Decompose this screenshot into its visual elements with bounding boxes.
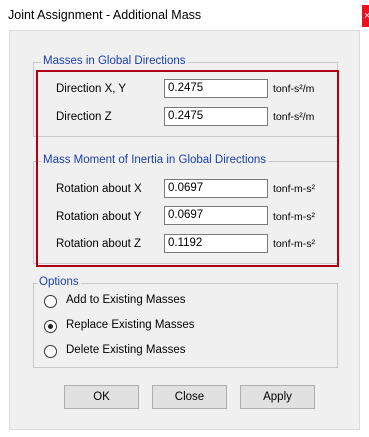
delete-existing-radio[interactable] xyxy=(44,345,57,358)
rotation-x-unit: tonf-m-s² xyxy=(273,183,315,195)
close-button[interactable]: Close xyxy=(152,385,227,409)
direction-xy-unit: tonf-s²/m xyxy=(273,83,315,95)
rotation-z-label: Rotation about Z xyxy=(56,238,142,250)
rotation-x-field[interactable]: 0.0697 xyxy=(164,179,268,198)
replace-existing-label: Replace Existing Masses xyxy=(66,319,195,331)
rotation-z-unit: tonf-m-s² xyxy=(273,238,315,250)
masses-legend: Masses in Global Directions xyxy=(41,55,188,67)
rotation-z-field[interactable]: 0.1192 xyxy=(164,234,268,253)
options-legend: Options xyxy=(37,276,81,288)
delete-existing-label: Delete Existing Masses xyxy=(66,344,186,356)
add-existing-label: Add to Existing Masses xyxy=(66,294,186,306)
ok-button[interactable]: OK xyxy=(64,385,139,409)
direction-xy-field[interactable]: 0.2475 xyxy=(164,79,268,98)
rotation-y-field[interactable]: 0.0697 xyxy=(164,206,268,225)
direction-z-field[interactable]: 0.2475 xyxy=(164,107,268,126)
direction-z-label: Direction Z xyxy=(56,111,112,123)
rotation-y-unit: tonf-m-s² xyxy=(273,211,315,223)
rotation-x-label: Rotation about X xyxy=(56,183,142,195)
window-title: Joint Assignment - Additional Mass xyxy=(8,8,202,22)
close-icon[interactable]: × xyxy=(362,5,369,27)
add-existing-radio[interactable] xyxy=(44,295,57,308)
apply-button[interactable]: Apply xyxy=(240,385,315,409)
direction-xy-label: Direction X, Y xyxy=(56,83,127,95)
title-bar: Joint Assignment - Additional Mass × xyxy=(0,0,369,30)
replace-existing-radio[interactable] xyxy=(44,320,57,333)
rotation-y-label: Rotation about Y xyxy=(56,211,142,223)
direction-z-unit: tonf-s²/m xyxy=(273,111,315,123)
